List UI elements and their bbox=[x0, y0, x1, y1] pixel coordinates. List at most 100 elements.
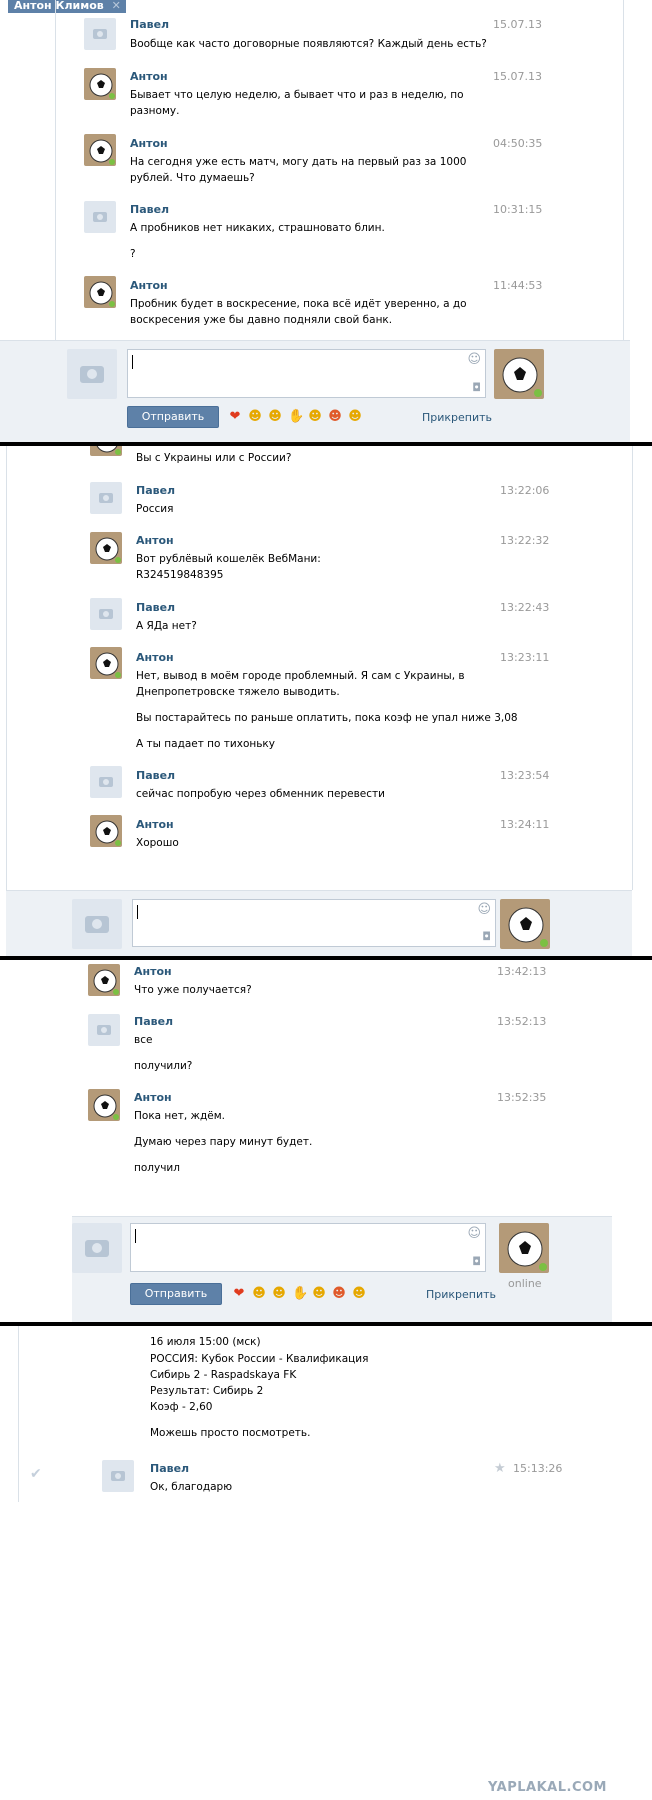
sender-name[interactable]: Павел bbox=[130, 18, 169, 31]
neutral-icon[interactable]: ☻ bbox=[352, 1287, 366, 1301]
composer: ☺ ◘ online Отправить ❤ ☻ ☻ ✋ ☻ ☻ ☻ Прикр… bbox=[72, 1216, 612, 1322]
tongue-icon[interactable]: ☻ bbox=[252, 1287, 266, 1301]
soccer-ball-avatar-icon[interactable] bbox=[84, 134, 116, 166]
camera-avatar-icon[interactable] bbox=[90, 766, 122, 798]
soccer-ball-avatar-icon[interactable] bbox=[494, 349, 544, 399]
heart-eyes-icon[interactable]: ☻ bbox=[328, 410, 342, 424]
soccer-ball-avatar-icon[interactable] bbox=[90, 446, 122, 456]
composer: ☺ ◘ Отправить ❤ ☻ ☻ ✋ ☻ ☻ ☻ Прикрепить bbox=[0, 340, 630, 442]
sender-name[interactable]: Антон bbox=[134, 1091, 172, 1104]
sender-name[interactable]: Антон bbox=[130, 137, 168, 150]
soccer-ball-avatar-icon[interactable] bbox=[90, 815, 122, 847]
message-text: Сибирь 2 - Raspadskaya FK bbox=[150, 1369, 297, 1381]
message-input[interactable]: ☺ ◘ bbox=[130, 1223, 486, 1272]
soccer-ball-avatar-icon[interactable] bbox=[90, 647, 122, 679]
message-text: Днепропетровске тяжело выводить. bbox=[136, 686, 340, 698]
camera-small-icon[interactable]: ◘ bbox=[482, 930, 491, 943]
attach-link[interactable]: Прикрепить bbox=[426, 1288, 496, 1301]
smiley-icon[interactable]: ☺ bbox=[477, 902, 491, 917]
message-time: 10:31:15 bbox=[493, 203, 543, 216]
send-button[interactable]: Отправить bbox=[130, 1283, 222, 1305]
sender-name[interactable]: Антон bbox=[130, 70, 168, 83]
camera-avatar-icon[interactable] bbox=[88, 1014, 120, 1046]
heart-eyes-icon[interactable]: ☻ bbox=[332, 1287, 346, 1301]
camera-avatar-icon[interactable] bbox=[84, 201, 116, 233]
sender-name[interactable]: Антон bbox=[130, 279, 168, 292]
camera-avatar-icon[interactable] bbox=[90, 598, 122, 630]
camera-icon bbox=[72, 899, 122, 949]
sender-name[interactable]: Павел bbox=[134, 1015, 173, 1028]
heart-icon[interactable]: ❤ bbox=[228, 410, 242, 424]
message-time: 13:52:13 bbox=[497, 1015, 547, 1028]
close-icon[interactable]: ✕ bbox=[112, 0, 121, 12]
camera-small-icon[interactable]: ◘ bbox=[472, 381, 481, 394]
message-text: А ЯДа нет? bbox=[136, 620, 197, 632]
sender-name[interactable]: Павел bbox=[150, 1462, 189, 1475]
message-text: Россия bbox=[136, 503, 174, 515]
message-text: Ок, благодарю bbox=[150, 1481, 233, 1493]
tab-header[interactable]: Антон Климов ✕ bbox=[8, 0, 126, 13]
camera-avatar-icon[interactable] bbox=[84, 18, 116, 50]
heart-icon[interactable]: ❤ bbox=[232, 1287, 246, 1301]
message-text: Бывает что целую неделю, а бывает что и … bbox=[130, 89, 464, 101]
checkmark-icon[interactable]: ✔ bbox=[30, 1466, 42, 1482]
camera-small-icon[interactable]: ◘ bbox=[472, 1255, 481, 1268]
message-text: А пробников нет никаких, страшновато бли… bbox=[130, 222, 385, 234]
message-input[interactable]: ☺ ◘ bbox=[132, 899, 496, 947]
soccer-ball-avatar-icon[interactable] bbox=[499, 1223, 549, 1273]
camera-avatar-icon[interactable] bbox=[90, 482, 122, 514]
message-text: Можешь просто посмотреть. bbox=[150, 1427, 311, 1439]
smiley-icon[interactable]: ☺ bbox=[467, 1226, 481, 1241]
smiley-icon[interactable]: ☺ bbox=[467, 352, 481, 367]
message-input[interactable]: ☺ ◘ bbox=[127, 349, 486, 398]
sender-name[interactable]: Антон bbox=[136, 534, 174, 547]
kiss-icon[interactable]: ☻ bbox=[312, 1287, 326, 1301]
kiss-icon[interactable]: ☻ bbox=[308, 410, 322, 424]
chat-panel-4: 16 июля 15:00 (мск) РОССИЯ: Кубок России… bbox=[0, 1326, 652, 1800]
smirk-icon[interactable]: ☻ bbox=[268, 410, 282, 424]
sender-name[interactable]: Павел bbox=[130, 203, 169, 216]
thumbs-down-icon[interactable]: ✋ bbox=[292, 1287, 308, 1301]
soccer-ball-avatar-icon[interactable] bbox=[500, 899, 550, 949]
soccer-ball-avatar-icon[interactable] bbox=[88, 1089, 120, 1121]
thumbs-down-icon[interactable]: ✋ bbox=[288, 410, 304, 424]
soccer-ball-avatar-icon[interactable] bbox=[90, 532, 122, 564]
sender-name[interactable]: Павел bbox=[136, 601, 175, 614]
message-text: рублей. Что думаешь? bbox=[130, 172, 255, 184]
message-time: 13:22:06 bbox=[500, 484, 550, 497]
message-text: Пока нет, ждём. bbox=[134, 1110, 225, 1122]
message-text: воскресения уже бы давно подняли свой ба… bbox=[130, 314, 393, 326]
message-text: Коэф - 2,60 bbox=[150, 1401, 213, 1413]
message-text: Вообще как часто договорные появляются? … bbox=[130, 38, 487, 50]
send-button[interactable]: Отправить bbox=[127, 406, 219, 428]
tab-title: Антон Климов bbox=[14, 0, 104, 12]
sender-name[interactable]: Павел bbox=[136, 769, 175, 782]
composer: ☺ ◘ bbox=[6, 890, 632, 956]
message-text: Нет, вывод в моём городе проблемный. Я с… bbox=[136, 670, 465, 682]
camera-avatar-icon[interactable] bbox=[102, 1460, 134, 1492]
sender-name[interactable]: Антон bbox=[136, 651, 174, 664]
message-text: сейчас попробую через обменник перевести bbox=[136, 788, 385, 800]
message-time: 13:24:11 bbox=[500, 818, 550, 831]
tongue-icon[interactable]: ☻ bbox=[248, 410, 262, 424]
message-time: 13:22:43 bbox=[500, 601, 550, 614]
soccer-ball-avatar-icon[interactable] bbox=[88, 964, 120, 996]
message-text: На сегодня уже есть матч, могу дать на п… bbox=[130, 156, 467, 168]
message-text: А ты падает по тихоньку bbox=[136, 738, 275, 750]
soccer-ball-avatar-icon[interactable] bbox=[84, 276, 116, 308]
sender-name[interactable]: Павел bbox=[136, 484, 175, 497]
soccer-ball-avatar-icon[interactable] bbox=[84, 68, 116, 100]
message-text: R324519848395 bbox=[136, 569, 224, 581]
message-text: Что уже получается? bbox=[134, 984, 252, 996]
star-icon[interactable]: ★ bbox=[494, 1461, 506, 1476]
sender-name[interactable]: Антон bbox=[134, 965, 172, 978]
message-time: 13:42:13 bbox=[497, 965, 547, 978]
smirk-icon[interactable]: ☻ bbox=[272, 1287, 286, 1301]
attach-link[interactable]: Прикрепить bbox=[422, 411, 492, 424]
message-text: РОССИЯ: Кубок России - Квалификация bbox=[150, 1353, 369, 1365]
message-time: 13:23:54 bbox=[500, 769, 550, 782]
sender-name[interactable]: Антон bbox=[136, 818, 174, 831]
neutral-icon[interactable]: ☻ bbox=[348, 410, 362, 424]
message-text: Вы с Украины или с России? bbox=[136, 452, 292, 464]
message-text: получили? bbox=[134, 1060, 193, 1072]
